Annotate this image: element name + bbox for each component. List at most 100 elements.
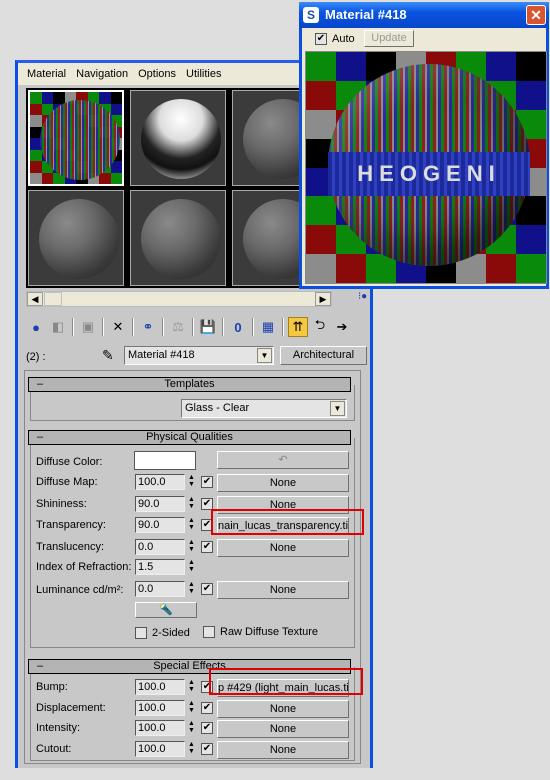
flashlight-icon: 🔦	[159, 604, 173, 616]
checker-cell	[516, 225, 546, 255]
raw-diffuse-label: Raw Diffuse Texture	[220, 626, 319, 638]
toolbar-separator	[72, 318, 74, 336]
checker-cell	[30, 103, 42, 115]
material-type-button[interactable]: Architectural	[280, 346, 367, 365]
amount-spinner[interactable]: ▲ ▼	[187, 741, 196, 757]
luminance-map-button[interactable]: None	[217, 581, 349, 599]
update-button[interactable]: Update	[364, 30, 414, 47]
slots-scrollbar[interactable]: ◀ ▶	[26, 291, 332, 307]
map-row-label: Intensity:	[36, 722, 81, 734]
checker-cell	[110, 103, 122, 115]
preview-title-bar[interactable]: S Material #418 ✕	[299, 2, 549, 28]
sample-slot-5[interactable]	[130, 190, 226, 286]
chevron-down-icon[interactable]: ▼	[257, 348, 272, 363]
amount-spinner[interactable]: ▲ ▼	[187, 496, 196, 512]
map-enable-checkbox[interactable]: ✔	[201, 742, 213, 755]
show-end-result-icon[interactable]: ⇈	[288, 317, 308, 337]
map-enable-checkbox[interactable]: ✔	[201, 722, 213, 734]
luminance-input[interactable]: 0.0	[135, 581, 185, 597]
amount-input[interactable]: 0.0	[135, 538, 185, 555]
put-to-library-icon[interactable]: ⚖	[168, 317, 188, 337]
map-row-label: Displacement:	[36, 701, 106, 714]
revert-button[interactable]: ↶	[217, 451, 349, 469]
luminance-label: Luminance cd/m²:	[36, 584, 124, 596]
map-button[interactable]: None	[217, 720, 349, 738]
map-button[interactable]: None	[217, 740, 349, 759]
amount-input[interactable]: 100.0	[135, 679, 185, 695]
app-icon: S	[303, 7, 319, 23]
map-row-label: Shininess:	[36, 497, 87, 510]
material-name-row: (2) : ✎ Material #418 ▼ Architectural	[24, 346, 369, 368]
physical-qualities-header[interactable]: – Physical Qualities	[28, 430, 351, 445]
checker-cell	[306, 225, 336, 255]
sample-slot-2[interactable]	[130, 90, 226, 186]
scroll-right-arrow[interactable]: ▶	[315, 292, 331, 306]
amount-input[interactable]: 100.0	[135, 720, 185, 736]
checker-cell	[30, 172, 42, 184]
checker-cell	[110, 172, 122, 184]
menu-utilities[interactable]: Utilities	[181, 68, 226, 80]
amount-spinner[interactable]: ▲ ▼	[187, 539, 196, 555]
chevron-down-icon[interactable]: ▼	[330, 401, 345, 416]
map-enable-checkbox[interactable]: ✔	[201, 476, 213, 488]
toolbar-separator	[102, 318, 104, 336]
checker-cell	[30, 115, 42, 127]
eyedropper-icon[interactable]: ✎	[102, 347, 114, 364]
checker-cell	[516, 80, 546, 110]
map-row-label: Diffuse Map:	[36, 476, 98, 488]
save-material-icon[interactable]: 💾	[198, 317, 218, 337]
material-name-field[interactable]: Material #418 ▼	[124, 346, 274, 365]
auto-checkbox[interactable]: ✔	[315, 33, 327, 45]
amount-input[interactable]: 90.0	[135, 517, 185, 533]
map-button[interactable]: None	[217, 699, 349, 718]
two-sided-checkbox[interactable]	[135, 627, 147, 639]
scroll-thumb[interactable]	[44, 292, 62, 306]
glass-sphere-render: HEOGENI	[328, 64, 530, 266]
templates-header[interactable]: – Templates	[28, 377, 351, 392]
map-row-label: Translucency:	[36, 540, 105, 553]
amount-spinner[interactable]: ▲ ▼	[187, 474, 196, 490]
raw-diffuse-checkbox[interactable]	[203, 626, 215, 638]
amount-input[interactable]: 90.0	[135, 495, 185, 512]
glass-sphere	[40, 100, 120, 180]
map-enable-checkbox[interactable]: ✔	[201, 540, 213, 553]
put-to-scene-icon[interactable]: ◧	[48, 317, 68, 337]
templates-dropdown[interactable]: Glass - Clear ▼	[181, 399, 347, 418]
amount-spinner[interactable]: ▲ ▼	[187, 720, 196, 736]
sample-type-icon[interactable]: ⁝●	[358, 291, 367, 302]
get-material-icon[interactable]: ●	[26, 317, 46, 337]
diffuse-color-swatch[interactable]	[134, 451, 196, 470]
map-button[interactable]: None	[217, 538, 349, 557]
show-map-in-viewport-icon[interactable]: ▦	[258, 317, 278, 337]
menu-material[interactable]: Material	[22, 68, 71, 80]
go-forward-to-sibling-icon[interactable]: ➔	[332, 317, 352, 337]
checker-cell	[30, 149, 42, 161]
map-button[interactable]: None	[217, 474, 349, 492]
amount-spinner[interactable]: ▲ ▼	[187, 700, 196, 716]
sample-slot-4[interactable]	[28, 190, 124, 286]
amount-input[interactable]: 100.0	[135, 474, 185, 490]
amount-spinner[interactable]: ▲ ▼	[187, 517, 196, 533]
go-to-parent-icon[interactable]: ⮌	[310, 317, 330, 337]
reset-icon[interactable]: ✕	[108, 317, 128, 337]
amount-input[interactable]: 100.0	[135, 740, 185, 757]
chrome-sphere	[141, 99, 221, 179]
amount-spinner[interactable]: ▲ ▼	[187, 679, 196, 695]
material-effects-channel-icon[interactable]: 0	[228, 317, 248, 337]
map-enable-checkbox[interactable]: ✔	[201, 701, 213, 714]
ior-spinner[interactable]: ▲ ▼	[187, 559, 196, 575]
luminance-spinner[interactable]: ▲ ▼	[187, 581, 196, 597]
amount-input[interactable]: 100.0	[135, 699, 185, 716]
menu-options[interactable]: Options	[133, 68, 181, 80]
ior-input[interactable]: 1.5	[135, 559, 185, 575]
assign-to-selection-icon[interactable]: ▣	[78, 317, 98, 337]
map-enable-checkbox[interactable]: ✔	[201, 497, 213, 510]
sample-slot-1[interactable]	[28, 90, 124, 186]
preview-title: Material #418	[325, 7, 407, 22]
menu-navigation[interactable]: Navigation	[71, 68, 133, 80]
luminance-from-light-button[interactable]: 🔦	[135, 602, 197, 618]
scroll-left-arrow[interactable]: ◀	[27, 292, 43, 306]
close-button[interactable]: ✕	[526, 5, 546, 25]
luminance-map-checkbox[interactable]: ✔	[201, 583, 213, 595]
make-unique-icon[interactable]: ⚭	[138, 317, 158, 337]
